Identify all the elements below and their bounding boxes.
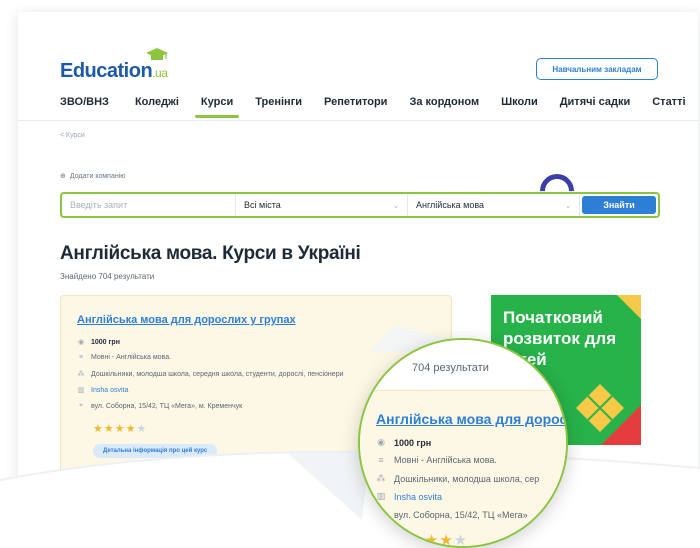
magnifier-course-title: Англійська мова для дорос	[376, 411, 568, 427]
magnifier-top: 704 результати	[360, 340, 566, 396]
background-wave	[0, 450, 700, 548]
building-icon: ▥	[376, 491, 386, 501]
magnifier-address: ⌖ вул. Соборна, 15/42, ТЦ «Мега»	[376, 509, 527, 520]
search-bar: Введіть запит Всі міста ⌄ Англійська мов…	[60, 192, 660, 218]
course-title-link[interactable]: Англійська мова для дорослих у групах	[77, 314, 296, 326]
find-button[interactable]: Знайти	[582, 196, 656, 214]
graduation-cap-icon	[146, 48, 168, 60]
search-input[interactable]: Введіть запит	[62, 194, 236, 216]
magnifier-lens: 704 результати Англійська мова для дорос…	[358, 338, 568, 548]
course-price: ◉ 1000 грн	[77, 338, 120, 347]
rating-stars: ★★★★★	[93, 423, 148, 435]
magnifier-result-count: 704 результати	[412, 362, 489, 374]
course-address: ⌖ вул. Соборна, 15/42, ТЦ «Мега», м. Кре…	[77, 402, 242, 410]
building-icon: ▥	[77, 387, 85, 394]
tab-schools[interactable]: Школи	[501, 96, 538, 118]
page-card: Education.ua Навчальним закладам ЗВО/ВНЗ…	[18, 12, 698, 482]
course-audience: ⁂ Дошкільники, молодша школа, середня шк…	[77, 370, 344, 379]
tab-universities[interactable]: ЗВО/ВНЗ	[60, 96, 109, 118]
magnifier-price: ◉ 1000 грн	[377, 437, 432, 448]
subject-select[interactable]: Англійська мова ⌄	[408, 194, 580, 216]
main-nav: ЗВО/ВНЗ Коледжі Курси Тренінги Репетитор…	[60, 96, 686, 118]
tab-tutors[interactable]: Репетитори	[324, 96, 387, 118]
users-icon: ⁂	[77, 371, 85, 378]
page-title: Англійська мова. Курси в Україні	[60, 243, 361, 264]
breadcrumb[interactable]: < Курси	[60, 132, 85, 139]
subject-select-value: Англійська мова	[416, 200, 485, 210]
location-pin-icon: ⌖	[378, 509, 384, 519]
chevron-down-icon: ⌄	[565, 203, 571, 210]
list-icon: ≡	[78, 354, 84, 361]
price-icon: ◉	[77, 339, 85, 346]
tab-trainings[interactable]: Тренінги	[255, 96, 302, 118]
tab-courses[interactable]: Курси	[194, 96, 240, 118]
chevron-down-icon: ⌄	[393, 203, 399, 210]
magnifier-audience: ⁂ Дошкільники, молодша школа, сер	[376, 473, 540, 484]
tab-kindergartens[interactable]: Дитячі садки	[560, 96, 631, 118]
course-provider: ▥ Insha osvita	[77, 386, 129, 395]
city-select[interactable]: Всі міста ⌄	[236, 194, 408, 216]
list-icon: ≡	[378, 455, 384, 465]
tab-colleges[interactable]: Коледжі	[135, 96, 179, 118]
add-company-link[interactable]: ⊕ Додати компанію	[60, 172, 126, 181]
city-select-value: Всі міста	[244, 200, 281, 210]
course-category: ≡ Мовні - Англійська мова.	[78, 354, 172, 361]
tab-abroad[interactable]: За кордоном	[409, 96, 479, 118]
location-pin-icon: ⌖	[79, 402, 83, 409]
nav-divider	[18, 120, 698, 121]
tab-articles[interactable]: Статті	[652, 96, 685, 118]
price-icon: ◉	[377, 437, 385, 447]
result-count: Знайдено 704 результати	[60, 272, 155, 281]
institutions-button[interactable]: Навчальним закладам	[536, 58, 658, 80]
magnifier-course-card: Англійська мова для дорос ◉ 1000 грн ≡ Мов…	[360, 390, 568, 548]
plus-circle-icon: ⊕	[60, 173, 66, 180]
magnifier-rating-stars: ★★★★★	[396, 532, 469, 548]
add-company-label: Додати компанію	[69, 172, 126, 180]
magnifier-provider: ▥ Insha osvita	[376, 491, 443, 502]
education-ua-logo[interactable]: Education.ua	[60, 48, 168, 83]
magnifier-category: ≡ Мовні - Англійська мова.	[376, 455, 497, 465]
users-icon: ⁂	[376, 473, 386, 483]
logo-text: Education	[60, 60, 153, 82]
logo-suffix: .ua	[152, 66, 168, 80]
